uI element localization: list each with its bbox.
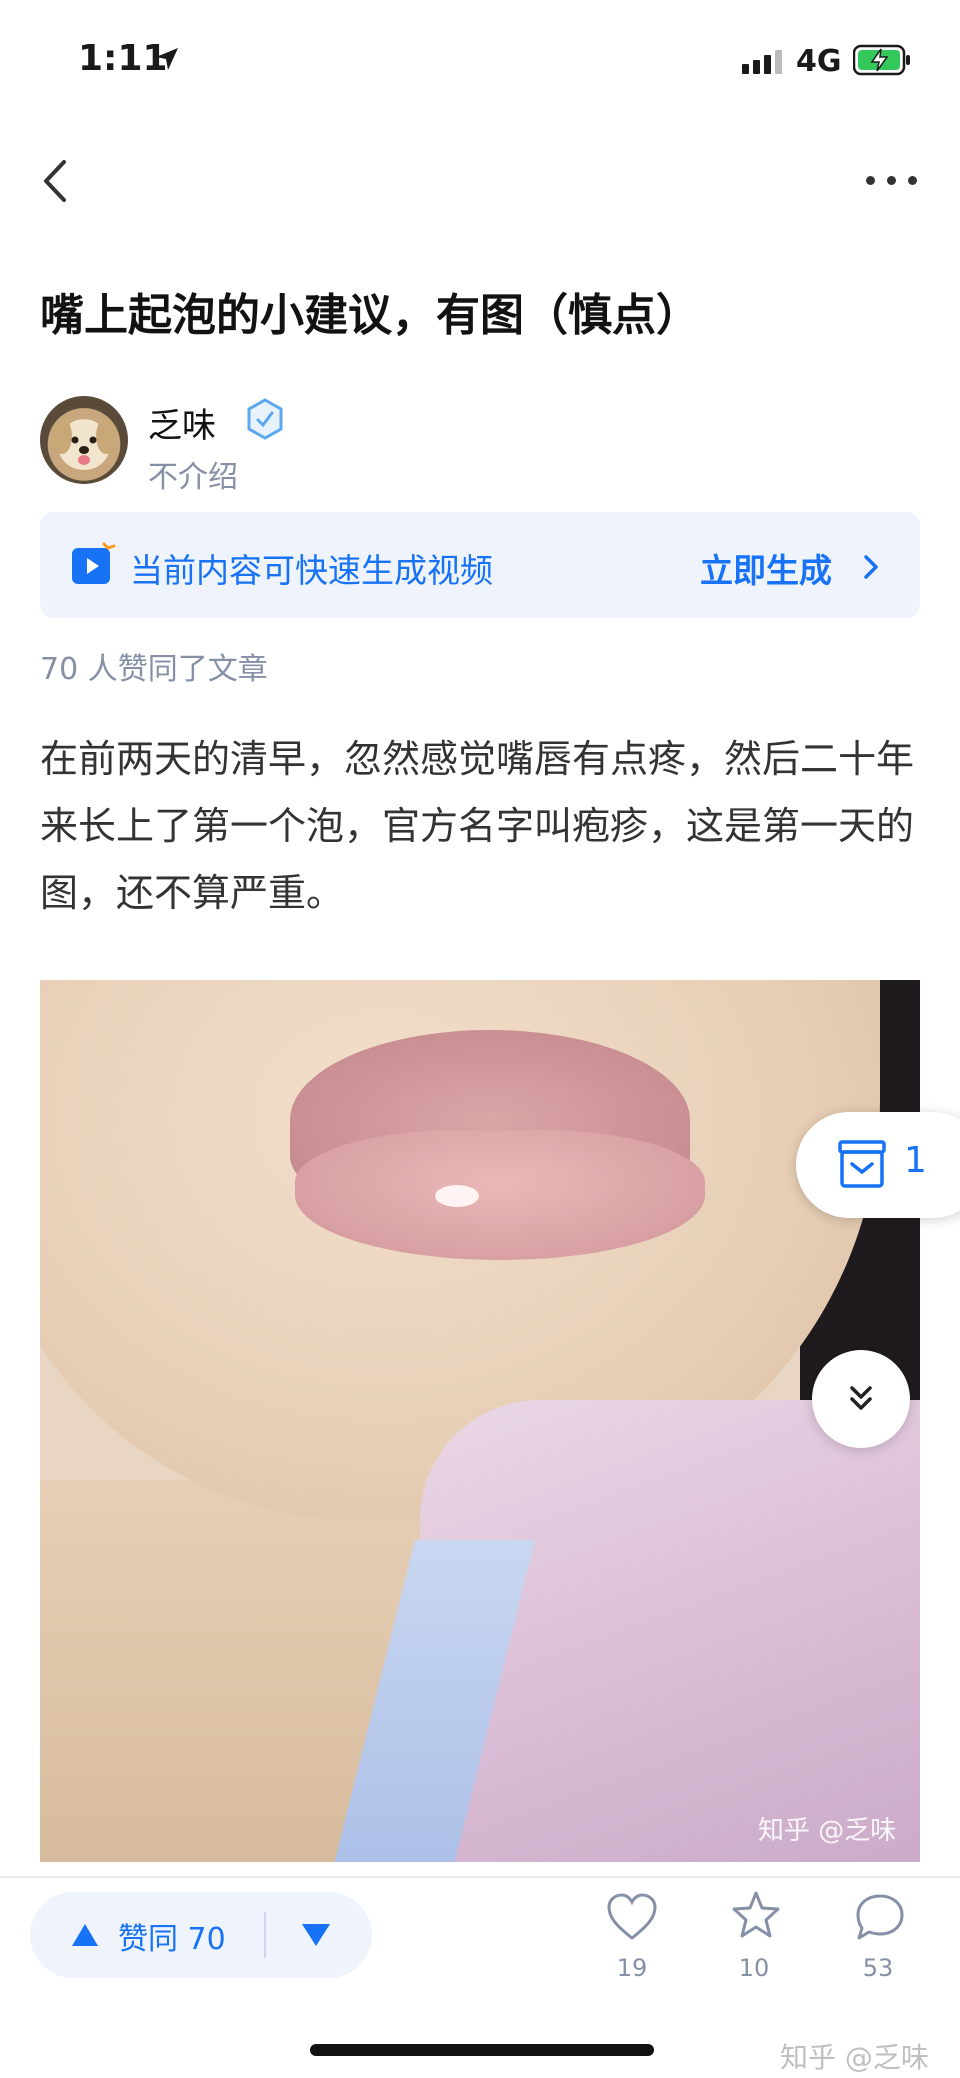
back-chevron-icon[interactable]: [38, 156, 74, 206]
star-icon[interactable]: [730, 1890, 782, 1940]
author-bio: 不介绍: [148, 460, 238, 495]
signal-icon: [742, 50, 782, 74]
like-count: 19: [616, 1954, 648, 1982]
generate-now-button[interactable]: 立即生成: [700, 544, 832, 592]
vote-up-triangle-icon[interactable]: [70, 1922, 100, 1948]
article-photo[interactable]: [40, 980, 920, 1862]
avatar[interactable]: [40, 396, 128, 484]
more-dots-icon[interactable]: [866, 176, 917, 185]
collection-count: 1: [904, 1140, 927, 1181]
footer-watermark: 知乎 @乏味: [780, 2041, 929, 2074]
likes-summary: 70 人赞同了文章: [40, 652, 268, 687]
banner-text: 当前内容可快速生成视频: [130, 551, 493, 590]
image-watermark: 知乎 @乏味: [758, 1816, 897, 1846]
author-name[interactable]: 乏味: [148, 398, 216, 447]
location-arrow-icon: [156, 48, 178, 70]
article-title: 嘴上起泡的小建议，有图（慎点）: [40, 290, 700, 341]
chevron-right-icon[interactable]: [860, 552, 882, 582]
vote-down-triangle-icon[interactable]: [300, 1922, 332, 1948]
vote-separator: [264, 1912, 266, 1958]
scroll-down-button[interactable]: [812, 1350, 910, 1448]
comment-count: 53: [862, 1954, 894, 1982]
vote-up-button[interactable]: 赞同 70: [118, 1914, 226, 1958]
double-chevron-down-icon: [850, 1386, 872, 1410]
network-type: 4G: [796, 44, 842, 79]
comment-icon[interactable]: [854, 1892, 906, 1942]
article-body: 在前两天的清早，忽然感觉嘴唇有点疼，然后二十年来长上了第一个泡，官方名字叫疱疹，…: [40, 737, 915, 915]
collection-box-icon: [838, 1140, 886, 1188]
heart-icon[interactable]: [606, 1892, 658, 1942]
battery-charging-icon: [853, 44, 910, 76]
bottom-divider: [0, 1876, 960, 1878]
home-indicator[interactable]: [310, 2044, 654, 2056]
video-generate-icon: [72, 542, 116, 584]
verified-badge-icon: [247, 398, 283, 440]
favorite-count: 10: [738, 1954, 770, 1982]
